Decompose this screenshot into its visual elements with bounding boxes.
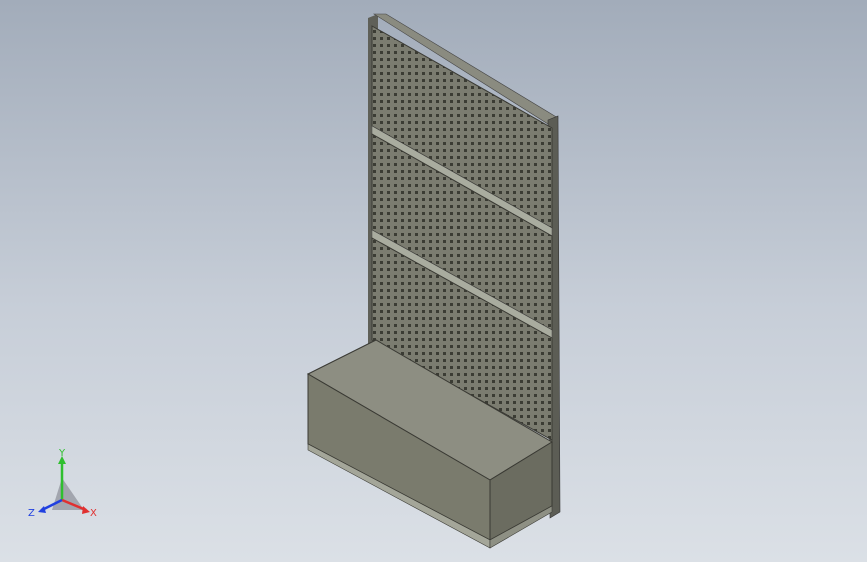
triad-cone-shadow	[52, 478, 84, 510]
y-axis-label: Y	[58, 448, 66, 459]
z-axis-arrow	[38, 506, 46, 513]
x-axis-arrow	[82, 506, 90, 514]
pegboard-workbench-model[interactable]	[0, 0, 867, 562]
x-axis-label: X	[90, 508, 97, 519]
z-axis-label: Z	[28, 508, 35, 519]
axis-triad: Y X Z	[28, 448, 97, 519]
graphics-viewport[interactable]: Y X Z	[0, 0, 867, 562]
